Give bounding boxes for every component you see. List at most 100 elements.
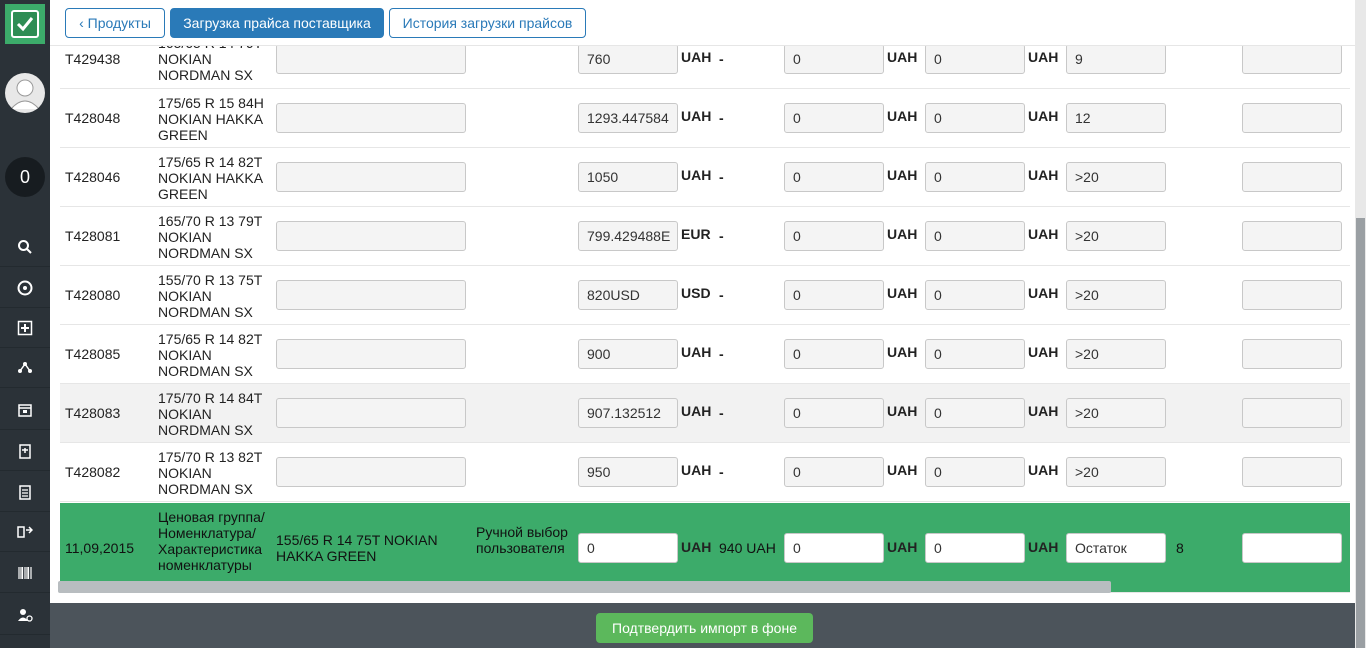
price-input[interactable]: 900 (578, 339, 678, 369)
stock-input[interactable]: >20 (1066, 457, 1166, 487)
value3-input[interactable]: 0 (925, 533, 1025, 563)
supplier-code-input[interactable] (276, 103, 466, 133)
extra-input[interactable] (1242, 162, 1342, 192)
value2-input[interactable]: 0 (784, 533, 884, 563)
search-icon[interactable] (0, 227, 50, 267)
back-to-products-button[interactable]: ‹ Продукты (65, 8, 165, 38)
empty-amount: - (719, 464, 724, 480)
upload-price-button[interactable]: Загрузка прайса поставщика (170, 8, 384, 38)
table-row[interactable]: T428085 175/65 R 14 82T NOKIAN NORDMAN SX… (60, 325, 1350, 384)
add-icon[interactable] (0, 308, 50, 348)
supplier-code-input[interactable] (276, 221, 466, 251)
value3-input[interactable]: 0 (925, 162, 1025, 192)
tire-icon[interactable] (0, 268, 50, 308)
price-input[interactable]: 1293.447584 (578, 103, 678, 133)
share-icon[interactable] (0, 348, 50, 388)
list-icon[interactable] (0, 472, 50, 512)
price-input[interactable]: 0 (578, 533, 678, 563)
supplier-code-input[interactable] (276, 44, 466, 74)
value3-input[interactable]: 0 (925, 44, 1025, 74)
product-code: T428083 (65, 405, 121, 421)
price-input[interactable]: 1050 (578, 162, 678, 192)
barcode-icon[interactable] (0, 553, 50, 593)
value3-input[interactable]: 0 (925, 457, 1025, 487)
price-input[interactable]: 799.429488E (578, 221, 678, 251)
supplier-code-input[interactable] (276, 398, 466, 428)
stock-input[interactable]: 12 (1066, 103, 1166, 133)
currency-label: UAH (1028, 226, 1059, 242)
extra-input[interactable] (1242, 280, 1342, 310)
product-code: T428082 (65, 464, 121, 480)
calendar-icon[interactable] (0, 390, 50, 430)
clipboard-icon[interactable] (0, 431, 50, 471)
price-input[interactable]: 820USD (578, 280, 678, 310)
empty-amount: - (719, 228, 724, 244)
value2-input[interactable]: 0 (784, 162, 884, 192)
value3-input[interactable]: 0 (925, 280, 1025, 310)
transfer-icon[interactable] (0, 512, 50, 552)
stock-input[interactable]: 9 (1066, 44, 1166, 74)
currency-label: UAH (1028, 108, 1059, 124)
stock-select[interactable]: Остаток (1066, 533, 1166, 563)
extra-input[interactable] (1242, 221, 1342, 251)
table-row[interactable]: T428083 175/70 R 14 84T NOKIAN NORDMAN SX… (60, 384, 1350, 443)
extra-input[interactable] (1242, 457, 1342, 487)
supplier-code-input[interactable] (276, 162, 466, 192)
empty-amount: - (719, 51, 724, 67)
supplier-code-input[interactable] (276, 280, 466, 310)
table-row[interactable]: T428080 155/70 R 13 75T NOKIAN NORDMAN SX… (60, 266, 1350, 325)
product-code: T428048 (65, 110, 121, 126)
cart-counter[interactable]: 0 (5, 157, 45, 197)
extra-input[interactable] (1242, 44, 1342, 74)
logo[interactable] (5, 4, 45, 44)
price-input[interactable]: 950 (578, 457, 678, 487)
selected-row[interactable]: 11,09,2015 Ценовая группа/ Номенклатура/… (60, 503, 1350, 593)
empty-amount: - (719, 169, 724, 185)
stock-input[interactable]: >20 (1066, 221, 1166, 251)
table-row[interactable]: T428081 165/70 R 13 79T NOKIAN NORDMAN SX… (60, 207, 1350, 266)
confirm-import-button[interactable]: Подтвердить импорт в фоне (596, 613, 813, 643)
horizontal-scrollbar[interactable] (58, 581, 1111, 593)
currency-label: UAH (681, 403, 712, 419)
value3-input[interactable]: 0 (925, 103, 1025, 133)
extra-input[interactable] (1242, 339, 1342, 369)
currency-label: UAH (1028, 403, 1059, 419)
table-row[interactable]: T428046 175/65 R 14 82T NOKIAN HAKKA GREE… (60, 148, 1350, 207)
value3-input[interactable]: 0 (925, 398, 1025, 428)
supplier-code-input[interactable] (276, 457, 466, 487)
value2-input[interactable]: 0 (784, 221, 884, 251)
currency-label: UAH (887, 403, 918, 419)
value3-input[interactable]: 0 (925, 339, 1025, 369)
extra-input[interactable] (1242, 533, 1342, 563)
stock-input[interactable]: >20 (1066, 398, 1166, 428)
value2-input[interactable]: 0 (784, 103, 884, 133)
currency-label: UAH (681, 49, 712, 65)
empty-amount: - (719, 346, 724, 362)
empty-amount: - (719, 405, 724, 421)
stock-input[interactable]: >20 (1066, 339, 1166, 369)
price-input[interactable]: 760 (578, 44, 678, 74)
table-row[interactable]: T428048 175/65 R 15 84H NOKIAN HAKKA GREE… (60, 89, 1350, 148)
value2-input[interactable]: 0 (784, 339, 884, 369)
row-method: Ручной выбор пользователя (476, 524, 568, 556)
value3-input[interactable]: 0 (925, 221, 1025, 251)
stock-input[interactable]: >20 (1066, 280, 1166, 310)
currency-label: UAH (887, 108, 918, 124)
price-input[interactable]: 907.132512 (578, 398, 678, 428)
vertical-scrollbar-thumb[interactable] (1356, 218, 1365, 648)
value2-input[interactable]: 0 (784, 457, 884, 487)
row-amount: 940 UAH (719, 540, 776, 556)
product-name: 175/65 R 14 82T NOKIAN NORDMAN SX (158, 331, 263, 379)
table-row[interactable]: T428082 175/70 R 13 82T NOKIAN NORDMAN SX… (60, 443, 1350, 502)
value2-input[interactable]: 0 (784, 398, 884, 428)
currency-label: UAH (887, 167, 918, 183)
avatar[interactable] (5, 73, 45, 113)
user-settings-icon[interactable] (0, 595, 50, 635)
supplier-code-input[interactable] (276, 339, 466, 369)
value2-input[interactable]: 0 (784, 280, 884, 310)
extra-input[interactable] (1242, 103, 1342, 133)
extra-input[interactable] (1242, 398, 1342, 428)
upload-history-button[interactable]: История загрузки прайсов (389, 8, 586, 38)
value2-input[interactable]: 0 (784, 44, 884, 74)
stock-input[interactable]: >20 (1066, 162, 1166, 192)
